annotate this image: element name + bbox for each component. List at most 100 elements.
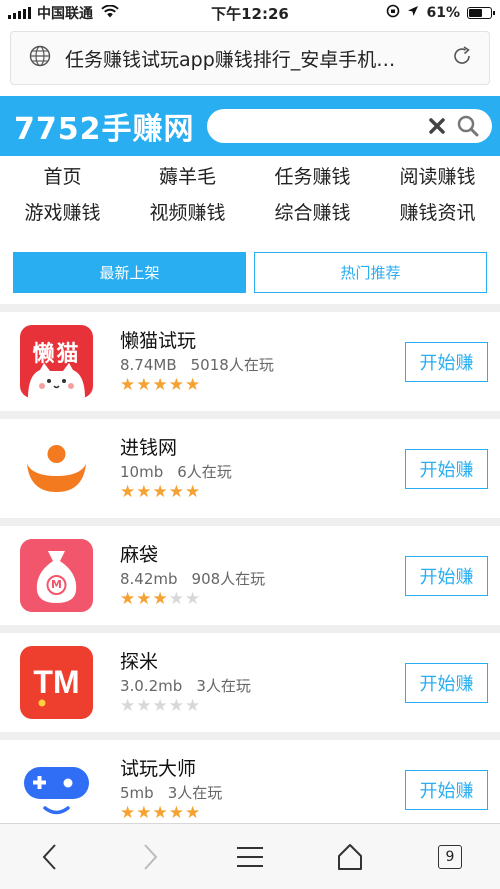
search-input[interactable] (218, 117, 418, 135)
money-bag-icon[interactable]: M (20, 539, 93, 612)
chevron-left-icon (42, 843, 56, 870)
category-nav: 首页 薅羊毛 任务赚钱 阅读赚钱 游戏赚钱 视频赚钱 综合赚钱 赚钱资讯 (0, 166, 500, 224)
menu-icon (237, 846, 263, 867)
star-filled-icon: ★ (120, 482, 136, 502)
back-button[interactable] (20, 832, 80, 882)
app-players: 5018人在玩 (190, 356, 274, 374)
star-filled-icon: ★ (136, 375, 152, 395)
nav-item-game-earn[interactable]: 游戏赚钱 (0, 202, 125, 224)
start-earn-button[interactable]: 开始赚 (405, 769, 488, 810)
signal-strength-icon (8, 7, 31, 19)
rating-stars: ★ ★ ★ ★ ★ (120, 698, 405, 715)
divider (0, 411, 500, 419)
battery-percent: 61% (426, 5, 460, 21)
star-filled-icon: ★ (152, 482, 168, 502)
menu-button[interactable] (220, 832, 280, 882)
app-size: 8.42mb (120, 570, 178, 588)
tab-count: 9 (438, 844, 462, 869)
forward-button[interactable] (120, 832, 180, 882)
list-item[interactable]: M 麻袋 8.42mb 908人在玩 ★ ★ ★ ★ ★ 开始赚 (0, 526, 500, 625)
star-empty-icon: ★ (185, 589, 201, 609)
app-name[interactable]: 探米 (120, 650, 405, 674)
star-filled-icon: ★ (185, 803, 201, 823)
star-filled-icon: ★ (168, 482, 184, 502)
app-name[interactable]: 懒猫试玩 (120, 329, 405, 353)
star-filled-icon: ★ (136, 589, 152, 609)
list-item[interactable]: TM 探米 3.0.2mb 3人在玩 ★ ★ ★ ★ ★ 开始赚 (0, 633, 500, 732)
app-size: 10mb (120, 463, 164, 481)
start-earn-button[interactable]: 开始赚 (405, 662, 488, 703)
tab-newest[interactable]: 最新上架 (13, 252, 246, 293)
divider (0, 518, 500, 526)
site-logo[interactable]: 7752手赚网 (14, 104, 195, 148)
nav-item-task-earn[interactable]: 任务赚钱 (250, 166, 375, 188)
tabs-button[interactable]: 9 (420, 832, 480, 882)
browser-toolbar: 9 (0, 823, 500, 889)
star-filled-icon: ★ (185, 375, 201, 395)
search-box[interactable] (206, 109, 492, 143)
rating-stars: ★ ★ ★ ★ ★ (120, 805, 405, 822)
start-earn-button[interactable]: 开始赚 (405, 555, 488, 596)
start-earn-button[interactable]: 开始赚 (405, 448, 488, 489)
star-filled-icon: ★ (168, 803, 184, 823)
orientation-lock-icon (386, 4, 400, 22)
location-arrow-icon (407, 5, 419, 21)
rating-stars: ★ ★ ★ ★ ★ (120, 591, 405, 608)
carrier-name: 中国联通 (37, 6, 93, 22)
status-bar: 中国联通 下午12:26 61% (0, 0, 500, 26)
nav-item-video-earn[interactable]: 视频赚钱 (125, 202, 250, 224)
nav-item-general-earn[interactable]: 综合赚钱 (250, 202, 375, 224)
search-icon[interactable] (456, 114, 480, 138)
home-button[interactable] (320, 832, 380, 882)
chevron-right-icon (144, 843, 158, 870)
divider (0, 732, 500, 740)
app-list: 懒猫 懒猫试玩 8.74MB 5018人在玩 ★ ★ ★ ★ ★ 开始赚 进钱网 10mb… (0, 304, 500, 839)
nav-item-read-earn[interactable]: 阅读赚钱 (375, 166, 500, 188)
nav-item-earn-news[interactable]: 赚钱资讯 (375, 202, 500, 224)
lazy-cat-icon[interactable]: 懒猫 (20, 325, 93, 398)
star-filled-icon: ★ (136, 803, 152, 823)
divider (0, 625, 500, 633)
battery-icon (467, 7, 495, 19)
app-size: 5mb (120, 784, 154, 802)
app-name[interactable]: 进钱网 (120, 436, 405, 460)
star-empty-icon: ★ (120, 696, 136, 716)
reload-icon[interactable] (451, 45, 473, 71)
app-players: 908人在玩 (191, 570, 266, 588)
gamepad-robot-icon[interactable] (20, 753, 93, 826)
app-icon-text: M (51, 578, 62, 591)
star-filled-icon: ★ (152, 375, 168, 395)
star-filled-icon: ★ (120, 803, 136, 823)
star-filled-icon: ★ (136, 482, 152, 502)
clear-icon[interactable] (428, 117, 446, 135)
globe-icon (29, 45, 51, 71)
address-bar[interactable]: 任务赚钱试玩app赚钱排行_安卓手机… (10, 31, 490, 85)
list-tabs: 最新上架 热门推荐 (13, 252, 487, 293)
star-filled-icon: ★ (152, 803, 168, 823)
tanmi-tm-icon[interactable]: TM (20, 646, 93, 719)
site-header: 7752手赚网 (0, 96, 500, 156)
nav-item-freebies[interactable]: 薅羊毛 (125, 166, 250, 188)
app-size: 3.0.2mb (120, 677, 183, 695)
app-name[interactable]: 试玩大师 (120, 757, 405, 781)
app-name[interactable]: 麻袋 (120, 543, 405, 567)
tab-popular[interactable]: 热门推荐 (254, 252, 487, 293)
app-players: 3人在玩 (196, 677, 251, 695)
app-players: 3人在玩 (167, 784, 223, 802)
wifi-icon (101, 4, 119, 22)
app-size: 8.74MB (120, 356, 177, 374)
list-item[interactable]: 懒猫 懒猫试玩 8.74MB 5018人在玩 ★ ★ ★ ★ ★ 开始赚 (0, 312, 500, 411)
battery-fill (469, 9, 482, 17)
start-earn-button[interactable]: 开始赚 (405, 341, 488, 382)
list-item[interactable]: 进钱网 10mb 6人在玩 ★ ★ ★ ★ ★ 开始赚 (0, 419, 500, 518)
app-players: 6人在玩 (177, 463, 232, 481)
page-title[interactable]: 任务赚钱试玩app赚钱排行_安卓手机… (65, 45, 437, 72)
rating-stars: ★ ★ ★ ★ ★ (120, 484, 405, 501)
divider (0, 304, 500, 312)
money-bowl-icon[interactable] (20, 432, 93, 505)
star-filled-icon: ★ (120, 375, 136, 395)
home-icon (338, 843, 362, 870)
rating-stars: ★ ★ ★ ★ ★ (120, 377, 405, 394)
nav-item-home[interactable]: 首页 (0, 166, 125, 188)
star-empty-icon: ★ (168, 696, 184, 716)
